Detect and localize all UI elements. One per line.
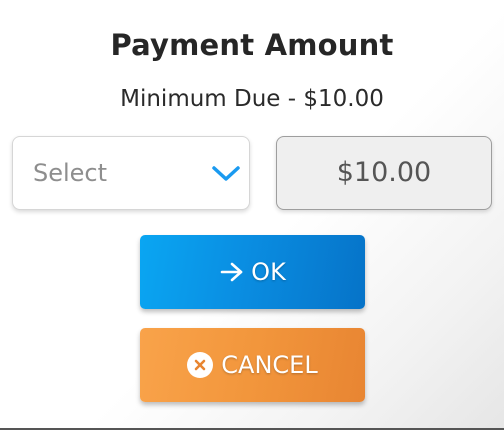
ok-button-label: OK: [251, 258, 286, 286]
chevron-down-icon: [212, 166, 240, 181]
minimum-due-text: Minimum Due - $10.00: [120, 86, 384, 112]
payment-option-select[interactable]: Select: [12, 136, 250, 210]
payment-amount-dialog: Payment Amount Minimum Due - $10.00 Sele…: [0, 0, 504, 430]
ok-button[interactable]: OK: [140, 235, 365, 309]
arrow-right-icon: [219, 261, 245, 283]
cancel-button[interactable]: CANCEL: [140, 328, 365, 402]
cancel-button-label: CANCEL: [221, 351, 318, 379]
select-placeholder: Select: [33, 159, 108, 187]
amount-field[interactable]: $10.00: [276, 136, 492, 210]
dialog-title: Payment Amount: [110, 28, 394, 62]
close-circle-icon: [187, 352, 214, 378]
